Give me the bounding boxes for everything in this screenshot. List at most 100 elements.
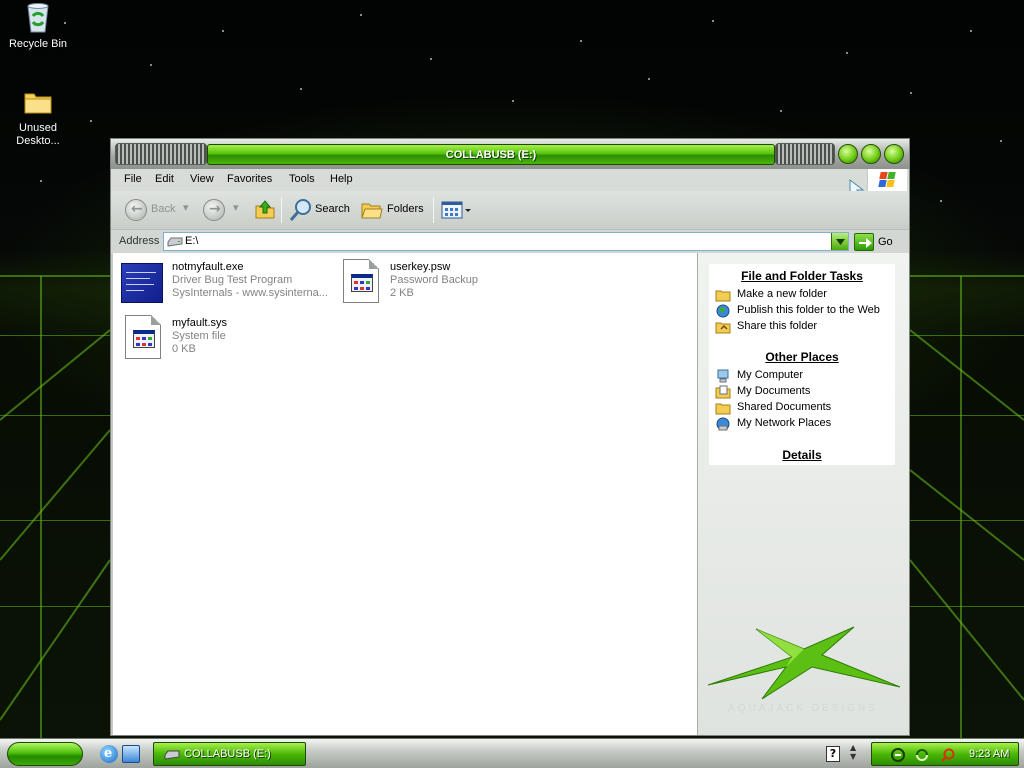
file-list-pane: notmyfault.exe Driver Bug Test Program S… bbox=[113, 253, 697, 735]
folders-icon[interactable] bbox=[360, 198, 384, 222]
back-arrow-icon[interactable]: ← bbox=[125, 199, 147, 221]
details-header[interactable]: Details bbox=[709, 448, 895, 462]
glyph-dot bbox=[366, 287, 370, 290]
menu-file[interactable]: File bbox=[124, 173, 142, 185]
file-icon bbox=[343, 259, 379, 303]
menu-favorites[interactable]: Favorites bbox=[227, 173, 272, 185]
file-description: Password Backup bbox=[390, 274, 479, 286]
title-grille-right bbox=[775, 143, 835, 165]
my-network-places-link[interactable]: My Network Places bbox=[737, 417, 831, 429]
forward-arrow-icon[interactable]: → bbox=[203, 199, 225, 221]
publish-folder-web-link[interactable]: Publish this folder to the Web bbox=[737, 304, 880, 316]
address-label: Address bbox=[119, 235, 160, 247]
file-name: myfault.sys bbox=[172, 317, 228, 329]
search-tray-icon[interactable] bbox=[940, 747, 956, 763]
sync-icon[interactable] bbox=[914, 747, 930, 763]
address-value[interactable]: E:\ bbox=[185, 235, 198, 247]
taskbar-button-collabusb[interactable]: COLLABUSB (E:) bbox=[153, 742, 306, 766]
system-tray: 9:23 AM bbox=[871, 742, 1019, 766]
file-detail: 0 KB bbox=[172, 343, 196, 355]
bsod-text-line bbox=[126, 272, 156, 273]
glyph-dot bbox=[148, 343, 152, 346]
maximize-button[interactable] bbox=[861, 144, 881, 164]
menu-help[interactable]: Help bbox=[330, 173, 353, 185]
make-new-folder-link[interactable]: Make a new folder bbox=[737, 288, 827, 300]
bsod-text-line bbox=[126, 290, 144, 291]
brand-x-logo bbox=[707, 626, 901, 700]
file-detail: 2 KB bbox=[390, 287, 414, 299]
start-button[interactable] bbox=[7, 742, 83, 766]
my-documents-icon bbox=[715, 385, 731, 399]
task-pane-box: File and Folder Tasks Make a new folder … bbox=[709, 264, 895, 465]
drive-icon bbox=[167, 237, 183, 247]
my-computer-link[interactable]: My Computer bbox=[737, 369, 803, 381]
logo-quadrant bbox=[886, 180, 895, 187]
glyph-dot bbox=[366, 281, 370, 284]
views-icon[interactable] bbox=[441, 201, 473, 221]
desktop-icon-recycle-bin[interactable]: Recycle Bin bbox=[0, 2, 76, 50]
search-button-label[interactable]: Search bbox=[315, 203, 350, 215]
bsod-text-line bbox=[126, 284, 154, 285]
taskbar-button-label: COLLABUSB (E:) bbox=[184, 748, 271, 760]
drive-icon bbox=[164, 750, 180, 760]
network-icon[interactable] bbox=[890, 747, 906, 763]
menu-tools[interactable]: Tools bbox=[289, 173, 315, 185]
back-dropdown-icon[interactable]: ▾ bbox=[183, 201, 189, 214]
file-item-userkey[interactable]: userkey.psw Password Backup 2 KB bbox=[341, 259, 556, 311]
menu-view[interactable]: View bbox=[190, 173, 214, 185]
globe-icon bbox=[716, 304, 730, 318]
my-documents-link[interactable]: My Documents bbox=[737, 385, 810, 397]
file-icon bbox=[125, 315, 161, 359]
go-label[interactable]: Go bbox=[878, 236, 893, 248]
help-icon[interactable]: ? bbox=[826, 746, 840, 762]
search-icon[interactable] bbox=[288, 197, 314, 223]
back-button-label[interactable]: Back bbox=[151, 203, 175, 215]
clock[interactable]: 9:23 AM bbox=[969, 748, 1009, 760]
task-pane: File and Folder Tasks Make a new folder … bbox=[697, 253, 909, 735]
go-arrow-icon bbox=[859, 238, 872, 248]
close-button[interactable] bbox=[884, 144, 904, 164]
go-button[interactable] bbox=[854, 233, 874, 251]
my-computer-icon bbox=[717, 369, 729, 383]
internet-explorer-icon[interactable]: e bbox=[100, 745, 118, 763]
address-dropdown-button[interactable] bbox=[831, 233, 848, 250]
file-name: notmyfault.exe bbox=[172, 261, 244, 273]
recycle-bin-icon bbox=[22, 2, 54, 34]
file-description: System file bbox=[172, 330, 226, 342]
folders-button-label[interactable]: Folders bbox=[387, 203, 424, 215]
file-folder-tasks-header[interactable]: File and Folder Tasks bbox=[709, 269, 895, 283]
desktop-icon-label: Unused Deskto... bbox=[16, 122, 60, 147]
share-folder-link[interactable]: Share this folder bbox=[737, 320, 817, 332]
file-item-myfault[interactable]: myfault.sys System file 0 KB bbox=[115, 315, 330, 367]
file-item-notmyfault[interactable]: notmyfault.exe Driver Bug Test Program S… bbox=[115, 259, 330, 311]
app-window-glyph bbox=[133, 330, 155, 348]
shared-documents-icon bbox=[715, 403, 731, 415]
page-fold bbox=[369, 259, 379, 269]
menu-edit[interactable]: Edit bbox=[155, 173, 174, 185]
tray-expand-icon[interactable]: ▲ ▼ bbox=[850, 743, 856, 761]
glyph-dot bbox=[354, 281, 358, 284]
other-places-header[interactable]: Other Places bbox=[709, 350, 895, 364]
up-folder-icon[interactable] bbox=[253, 197, 277, 221]
glyph-dot bbox=[354, 287, 358, 290]
title-bar[interactable]: COLLABUSB (E:) bbox=[111, 139, 909, 169]
share-folder-icon bbox=[715, 322, 731, 334]
toolbar-separator bbox=[281, 197, 282, 223]
shared-documents-link[interactable]: Shared Documents bbox=[737, 401, 831, 413]
forward-dropdown-icon[interactable]: ▾ bbox=[233, 201, 239, 214]
outlook-express-icon[interactable] bbox=[122, 745, 140, 763]
desktop-icon-unused-desktop-shortcuts[interactable]: Unused Deskto... bbox=[0, 86, 76, 148]
minimize-button[interactable] bbox=[838, 144, 858, 164]
ie-glyph: e bbox=[104, 746, 113, 761]
glyph-dot bbox=[136, 337, 140, 340]
windows-logo-icon bbox=[867, 169, 907, 191]
logo-quadrant bbox=[887, 172, 896, 179]
taskbar: e COLLABUSB (E:) ? ▲ ▼ 9:23 AM bbox=[0, 738, 1024, 768]
address-input[interactable]: E:\ bbox=[163, 232, 849, 251]
explorer-window: COLLABUSB (E:) File Edit View Favorites … bbox=[110, 138, 910, 736]
title-grille-left bbox=[115, 143, 207, 165]
file-detail: SysInternals - www.sysinterna... bbox=[172, 287, 328, 299]
window-title: COLLABUSB (E:) bbox=[207, 144, 775, 165]
folder-icon bbox=[22, 86, 54, 118]
page-fold bbox=[151, 315, 161, 325]
